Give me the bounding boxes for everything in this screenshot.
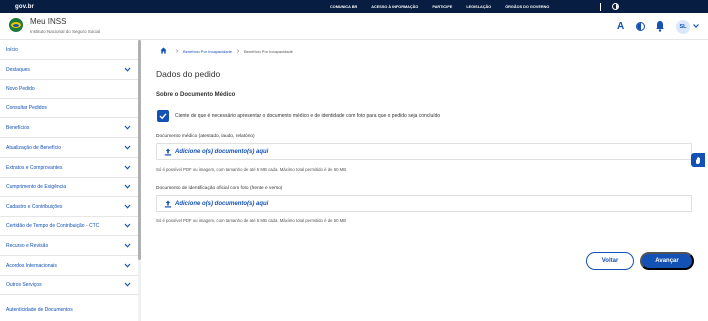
sidebar-item[interactable]: Benefícios xyxy=(0,118,138,138)
sidebar-item-label: Acordos Internacionais xyxy=(6,262,57,269)
sidebar-item[interactable]: Início xyxy=(0,40,138,60)
acknowledge-label: Ciente de que é necessário apresentar o … xyxy=(175,113,441,119)
sidebar-item-label: Outros Serviços xyxy=(6,281,42,288)
accessibility-hand-icon[interactable] xyxy=(691,153,705,167)
sidebar-item[interactable]: Autenticidade de Documentos xyxy=(0,300,138,320)
gov-links: COMUNICA BR ACESSO À INFORMAÇÃO PARTICIP… xyxy=(330,0,563,13)
id-document-upload[interactable]: Adicione o(s) documento(s) aqui xyxy=(156,195,692,212)
chevron-right-icon xyxy=(236,49,240,53)
chevron-down-icon[interactable] xyxy=(124,263,131,268)
next-button[interactable]: Avançar xyxy=(640,252,694,270)
medical-document-upload[interactable]: Adicione o(s) documento(s) aqui xyxy=(156,143,692,160)
medical-document-label: Documento médico (atestado, laudo, relat… xyxy=(156,134,255,139)
back-button[interactable]: Voltar xyxy=(586,252,634,270)
chevron-down-icon[interactable] xyxy=(692,22,700,30)
sidebar-item-label: Cadastro e Contribuições xyxy=(6,203,63,210)
breadcrumb-item-1[interactable]: Benefício Por Incapacidade xyxy=(183,47,232,55)
govbr-logo[interactable]: gov.br xyxy=(15,4,34,10)
gov-contrast-icon[interactable] xyxy=(612,3,619,10)
sidebar-item[interactable]: Cumprimento de Exigência xyxy=(0,177,138,197)
sidebar-item-label: Recurso e Revisão xyxy=(6,242,49,249)
font-size-button[interactable]: A xyxy=(617,21,624,32)
sidebar-item[interactable]: Outros Serviços xyxy=(0,275,138,295)
medical-document-hint: Só é possível PDF ou imagem, com tamanho… xyxy=(156,167,347,172)
sidebar-item[interactable]: Consultar Pedidos xyxy=(0,98,138,118)
sidebar-item[interactable]: Cadastro e Contribuições xyxy=(0,197,138,217)
upload-text: Adicione o(s) documento(s) aqui xyxy=(175,200,269,207)
chevron-down-icon[interactable] xyxy=(124,223,131,228)
chevron-right-icon xyxy=(175,49,179,53)
sidebar-item[interactable]: Destaques xyxy=(0,60,138,80)
bell-icon[interactable] xyxy=(655,20,665,32)
sidebar: Início Destaques Novo Pedido Consultar Pedi… xyxy=(0,40,140,321)
sidebar-item[interactable]: Certidão de Tempo de Contribuição - CTC xyxy=(0,216,138,236)
avatar[interactable]: SL xyxy=(676,20,690,34)
inss-logo-icon[interactable] xyxy=(9,18,23,32)
upload-icon xyxy=(164,148,172,156)
sidebar-scrollbar-thumb[interactable] xyxy=(138,40,141,260)
sidebar-item-label: Destaques xyxy=(6,66,30,73)
gov-link-orgaos[interactable]: ÓRGÃOS DO GOVERNO xyxy=(505,5,549,9)
contrast-icon[interactable] xyxy=(636,22,645,31)
acknowledge-checkbox[interactable] xyxy=(157,110,169,122)
sidebar-item[interactable]: Recurso e Revisão xyxy=(0,236,138,256)
gov-link-legislacao[interactable]: LEGISLAÇÃO xyxy=(466,5,491,9)
chevron-down-icon[interactable] xyxy=(124,282,131,287)
gov-top-bar: gov.br COMUNICA BR ACESSO À INFORMAÇÃO P… xyxy=(0,0,708,13)
app-title: Meu INSS xyxy=(30,17,67,26)
sidebar-item[interactable]: Acordos Internacionais xyxy=(0,256,138,276)
id-document-hint: Só é possível PDF ou imagem, com tamanho… xyxy=(156,218,347,223)
sidebar-item-label: Certidão de Tempo de Contribuição - CTC xyxy=(6,222,100,229)
gov-link-participe[interactable]: PARTICIPE xyxy=(432,5,452,9)
sidebar-item-label: Autenticidade de Documentos xyxy=(6,307,73,313)
upload-text: Adicione o(s) documento(s) aqui xyxy=(175,148,269,155)
chevron-down-icon[interactable] xyxy=(124,125,131,130)
upload-icon xyxy=(164,200,172,208)
sidebar-item[interactable]: Novo Pedido xyxy=(0,79,138,99)
gov-link-acesso[interactable]: ACESSO À INFORMAÇÃO xyxy=(371,5,418,9)
sidebar-item[interactable]: Extratos e Comprovantes xyxy=(0,158,138,178)
chevron-down-icon[interactable] xyxy=(124,184,131,189)
app-header: Meu INSS Instituto Nacional do Seguro So… xyxy=(0,13,708,40)
sidebar-item-label: Consultar Pedidos xyxy=(6,104,47,111)
chevron-down-icon[interactable] xyxy=(124,243,131,248)
page-title: Dados do pedido xyxy=(156,69,221,79)
sidebar-item-label: Atualização de Benefício xyxy=(6,144,62,151)
sidebar-item-label: Início xyxy=(6,46,18,53)
chevron-down-icon[interactable] xyxy=(124,204,131,209)
home-icon[interactable] xyxy=(160,47,167,54)
app-subtitle: Instituto Nacional do Seguro Social xyxy=(30,29,101,34)
section-title: Sobre o Documento Médico xyxy=(156,92,236,98)
breadcrumb-item-current: Benefício Por Incapacidade xyxy=(244,48,293,54)
gov-link-comunica[interactable]: COMUNICA BR xyxy=(330,5,357,9)
sidebar-item-label: Benefícios xyxy=(6,124,30,131)
id-document-label: Documento de identificação oficial com f… xyxy=(156,186,283,191)
sidebar-item-label: Cumprimento de Exigência xyxy=(6,183,67,190)
chevron-down-icon[interactable] xyxy=(124,145,131,150)
gov-divider xyxy=(600,2,601,11)
check-icon xyxy=(159,113,167,120)
sidebar-item-label: Novo Pedido xyxy=(6,85,35,92)
sidebar-item[interactable]: Atualização de Benefício xyxy=(0,138,138,158)
chevron-down-icon[interactable] xyxy=(124,165,131,170)
chevron-down-icon[interactable] xyxy=(124,67,131,72)
sidebar-item-label: Extratos e Comprovantes xyxy=(6,164,63,171)
